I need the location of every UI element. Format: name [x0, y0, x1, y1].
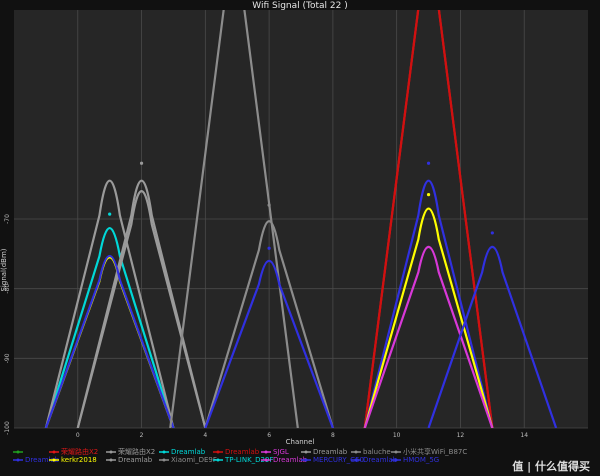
legend-marker — [109, 458, 113, 462]
x-axis-label: Channel — [286, 438, 315, 446]
watermark: 值 | 什么值得买 — [512, 459, 590, 473]
wifi-signal-chart: 0 2 4 6 8 10 12 14-100-90-80-70Wifi Signal (Tot… — [0, 1, 590, 473]
legend-marker — [109, 450, 113, 454]
network-peak-marker — [267, 246, 271, 250]
legend-marker — [52, 450, 56, 454]
x-tick-label: 10 — [393, 432, 401, 439]
x-tick-label: 4 — [203, 432, 207, 439]
legend-marker — [52, 458, 56, 462]
legend-label: HMOM_5G — [403, 456, 439, 464]
legend-label: SJGL — [273, 448, 289, 456]
legend-label: baluche — [363, 448, 391, 456]
x-tick-label: 6 — [267, 432, 271, 439]
network-peak-marker — [426, 193, 431, 197]
legend-marker — [304, 458, 308, 462]
legend-marker — [264, 458, 268, 462]
y-tick-label: -100 — [4, 421, 11, 435]
network-peak-marker — [490, 231, 494, 235]
legend-label: Dreamlab — [171, 448, 206, 456]
legend-label: Dreamlab — [225, 448, 260, 456]
network-peak-marker — [139, 161, 144, 165]
legend-marker — [16, 450, 20, 454]
network-peak-marker — [426, 161, 431, 165]
legend-label: kerkr2018 — [61, 456, 97, 464]
legend-marker — [394, 450, 398, 454]
legend-marker — [354, 450, 358, 454]
y-axis-label: Signal(dBm) — [0, 248, 8, 291]
x-tick-label: 0 — [76, 432, 80, 439]
legend-marker — [264, 450, 268, 454]
legend-label: Xiaomi_DE9F — [171, 456, 217, 464]
y-tick-label: -90 — [4, 353, 11, 363]
legend-label: 荣耀路由X2 — [61, 447, 98, 456]
legend-marker — [216, 450, 220, 454]
legend-label: 小米共享WiFi_B87C — [403, 447, 467, 456]
x-tick-label: 2 — [140, 432, 144, 439]
legend-marker — [216, 458, 220, 462]
legend-label: Dreamlab — [118, 456, 153, 464]
x-tick-label: 14 — [520, 432, 528, 439]
legend-marker — [16, 458, 20, 462]
legend-marker — [304, 450, 308, 454]
legend-marker — [162, 450, 166, 454]
legend-marker — [394, 458, 398, 462]
chart-title: Wifi Signal (Total 22 ) — [252, 1, 347, 11]
x-tick-label: 12 — [457, 432, 465, 439]
legend-marker — [162, 458, 166, 462]
legend-marker — [354, 458, 358, 462]
legend-label: Dreamlab — [313, 448, 348, 456]
y-tick-label: -70 — [4, 214, 11, 224]
legend-label: 荣耀路由X2 — [118, 447, 155, 456]
wifi-analyzer-screen: 0 2 4 6 8 10 12 14 -100 -90 -80 -70 Wifi Signal (Tot… — [0, 0, 600, 476]
x-tick-label: 8 — [331, 432, 335, 439]
network-peak-marker — [267, 203, 271, 207]
network-peak-marker — [108, 212, 112, 216]
